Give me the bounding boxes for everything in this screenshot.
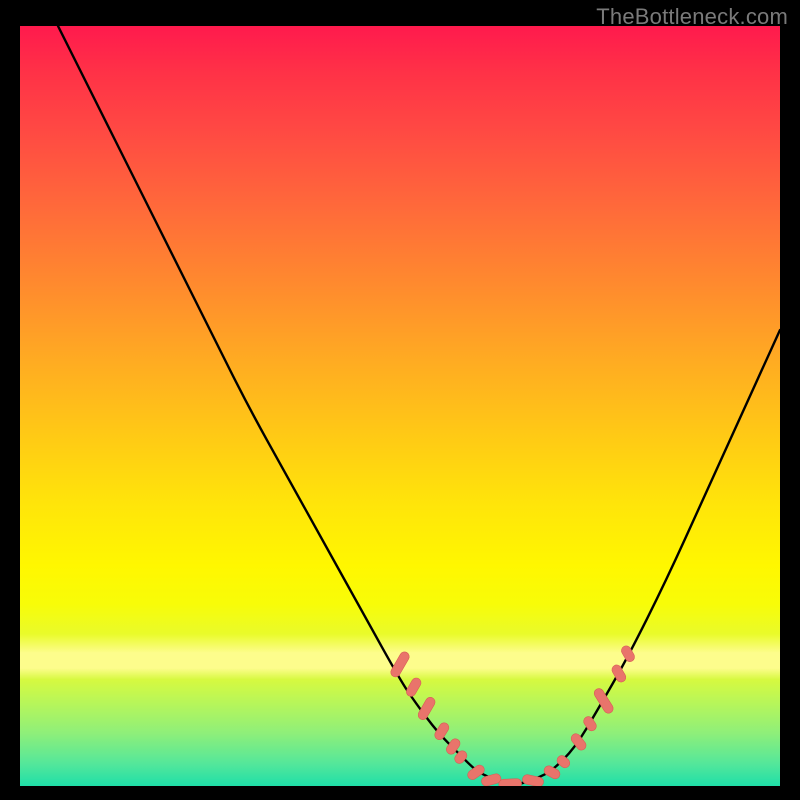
chart-area (20, 26, 780, 786)
curve-markers (389, 644, 636, 786)
curve-marker (610, 663, 627, 684)
bottleneck-curve (58, 26, 780, 784)
curve-marker (433, 721, 451, 742)
curve-marker (555, 754, 572, 770)
curve-layer (20, 26, 780, 786)
curve-marker (405, 676, 423, 698)
curve-marker (499, 778, 522, 786)
curve-marker (542, 764, 561, 780)
